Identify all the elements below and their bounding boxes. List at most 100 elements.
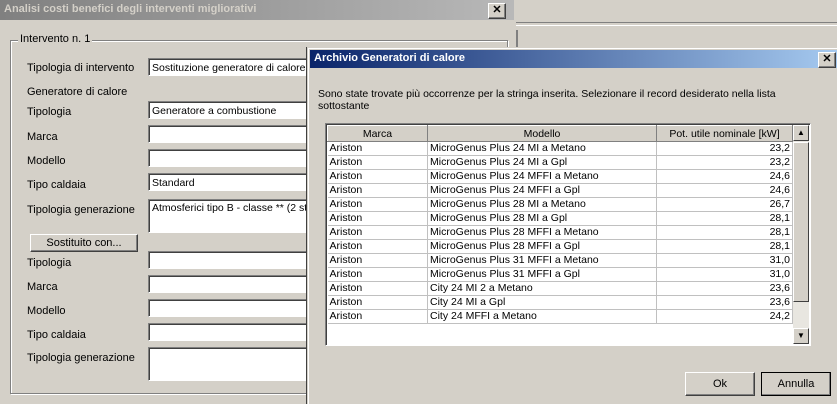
arrow-down-icon: ▼: [797, 331, 805, 340]
tipo-caldaia-field[interactable]: Standard: [148, 173, 318, 191]
cell-potenza: 28,1: [656, 239, 793, 254]
cell-marca: Ariston: [327, 197, 428, 212]
cell-modello: MicroGenus Plus 31 MFFI a Gpl: [427, 267, 657, 282]
cell-potenza: 23,6: [656, 281, 793, 296]
dialog-titlebar: Archivio Generatori di calore: [310, 50, 837, 68]
table-row[interactable]: Ariston MicroGenus Plus 24 MI a Metano 23,…: [327, 141, 793, 156]
ok-button[interactable]: Ok: [685, 372, 755, 396]
table-row[interactable]: Ariston MicroGenus Plus 24 MI a Gpl 23,2: [327, 155, 793, 170]
cell-marca: Ariston: [327, 211, 428, 226]
new-marca-label: Marca: [27, 281, 58, 293]
table-row[interactable]: Ariston City 24 MI 2 a Metano 23,6: [327, 281, 793, 296]
background-window-strip: [516, 0, 837, 30]
table-row[interactable]: Ariston MicroGenus Plus 31 MFFI a Metano 3…: [327, 253, 793, 268]
table-row[interactable]: Ariston City 24 MI a Gpl 23,6: [327, 295, 793, 310]
new-tipologia-field[interactable]: [148, 251, 318, 269]
cell-marca: Ariston: [327, 295, 428, 310]
intervento-group-label: Intervento n. 1: [18, 33, 93, 45]
modello-label: Modello: [27, 155, 66, 167]
cell-potenza: 28,1: [656, 225, 793, 240]
cell-marca: Ariston: [327, 155, 428, 170]
cell-potenza: 24,6: [656, 169, 793, 184]
scroll-up-button[interactable]: ▲: [793, 125, 809, 141]
archivio-dialog: Archivio Generatori di calore ✕ Sono sta…: [307, 47, 837, 404]
cell-modello: MicroGenus Plus 31 MFFI a Metano: [427, 253, 657, 268]
cell-potenza: 24,6: [656, 183, 793, 198]
tipologia-generazione-field[interactable]: Atmosferici tipo B - classe ** (2 ste: [148, 199, 318, 233]
cell-modello: City 24 MI a Gpl: [427, 295, 657, 310]
table-row[interactable]: Ariston MicroGenus Plus 28 MFFI a Gpl 28,1: [327, 239, 793, 254]
table-row[interactable]: Ariston MicroGenus Plus 28 MI a Gpl 28,1: [327, 211, 793, 226]
annulla-button[interactable]: Annulla: [761, 372, 831, 396]
cell-marca: Ariston: [327, 309, 428, 324]
divider: [516, 22, 837, 26]
scroll-thumb[interactable]: [793, 142, 809, 302]
column-header-modello[interactable]: Modello: [427, 125, 657, 142]
cell-marca: Ariston: [327, 169, 428, 184]
table-row[interactable]: Ariston MicroGenus Plus 24 MFFI a Metano 2…: [327, 169, 793, 184]
cell-potenza: 23,2: [656, 155, 793, 170]
close-icon: ✕: [492, 4, 502, 16]
cell-modello: City 24 MFFI a Metano: [427, 309, 657, 324]
tipo-caldaia-label: Tipo caldaia: [27, 179, 86, 191]
tipologia-intervento-label: Tipologia di intervento: [27, 62, 135, 74]
table-row[interactable]: Ariston MicroGenus Plus 24 MFFI a Gpl 24,6: [327, 183, 793, 198]
generatore-section-label: Generatore di calore: [27, 86, 128, 98]
cell-marca: Ariston: [327, 239, 428, 254]
marca-label: Marca: [27, 131, 58, 143]
cell-modello: MicroGenus Plus 24 MFFI a Gpl: [427, 183, 657, 198]
new-modello-field[interactable]: [148, 299, 318, 317]
main-titlebar: Analisi costi benefici degli interventi …: [0, 0, 514, 20]
list-scrollbar[interactable]: ▲ ▼: [793, 125, 809, 344]
generatori-table: Marca Modello Pot. utile nominale [kW] A…: [327, 125, 793, 324]
cell-potenza: 31,0: [656, 267, 793, 282]
arrow-up-icon: ▲: [797, 128, 805, 137]
cell-potenza: 23,6: [656, 295, 793, 310]
new-tipologia-generazione-field[interactable]: [148, 347, 318, 381]
tipologia-intervento-field[interactable]: Sostituzione generatore di calore: [148, 58, 318, 76]
cell-modello: MicroGenus Plus 24 MI a Metano: [427, 141, 657, 156]
new-tipo-caldaia-label: Tipo caldaia: [27, 329, 86, 341]
cell-marca: Ariston: [327, 281, 428, 296]
tipologia-generazione-label: Tipologia generazione: [27, 204, 135, 216]
column-header-marca[interactable]: Marca: [327, 125, 428, 142]
new-tipologia-label: Tipologia: [27, 257, 72, 269]
table-row[interactable]: Ariston MicroGenus Plus 28 MI a Metano 26,…: [327, 197, 793, 212]
cell-marca: Ariston: [327, 183, 428, 198]
dialog-message: Sono state trovate più occorrenze per la…: [318, 88, 776, 112]
cell-marca: Ariston: [327, 225, 428, 240]
modello-field[interactable]: [148, 149, 318, 167]
cell-potenza: 31,0: [656, 253, 793, 268]
cell-marca: Ariston: [327, 267, 428, 282]
new-modello-label: Modello: [27, 305, 66, 317]
generatori-list[interactable]: Marca Modello Pot. utile nominale [kW] A…: [325, 123, 811, 346]
dialog-title: Archivio Generatori di calore: [314, 52, 465, 64]
marca-field[interactable]: [148, 125, 318, 143]
new-marca-field[interactable]: [148, 275, 318, 293]
cell-modello: MicroGenus Plus 28 MFFI a Gpl: [427, 239, 657, 254]
tipologia-field[interactable]: Generatore a combustione: [148, 101, 318, 119]
cell-modello: MicroGenus Plus 28 MI a Gpl: [427, 211, 657, 226]
dialog-close-button[interactable]: ✕: [818, 52, 836, 68]
close-icon: ✕: [822, 53, 832, 65]
main-close-button[interactable]: ✕: [488, 3, 506, 19]
scroll-down-button[interactable]: ▼: [793, 328, 809, 344]
cell-modello: MicroGenus Plus 24 MFFI a Metano: [427, 169, 657, 184]
main-window-title: Analisi costi benefici degli interventi …: [4, 3, 257, 15]
cell-modello: City 24 MI 2 a Metano: [427, 281, 657, 296]
cell-marca: Ariston: [327, 141, 428, 156]
cell-modello: MicroGenus Plus 24 MI a Gpl: [427, 155, 657, 170]
new-tipo-caldaia-field[interactable]: [148, 323, 318, 341]
cell-potenza: 24,2: [656, 309, 793, 324]
tipologia-label: Tipologia: [27, 106, 72, 118]
cell-potenza: 26,7: [656, 197, 793, 212]
table-row[interactable]: Ariston MicroGenus Plus 31 MFFI a Gpl 31,0: [327, 267, 793, 282]
table-row[interactable]: Ariston City 24 MFFI a Metano 24,2: [327, 309, 793, 324]
cell-potenza: 23,2: [656, 141, 793, 156]
sostituito-con-button[interactable]: Sostituito con...: [30, 234, 138, 252]
cell-modello: MicroGenus Plus 28 MI a Metano: [427, 197, 657, 212]
cell-potenza: 28,1: [656, 211, 793, 226]
cell-marca: Ariston: [327, 253, 428, 268]
column-header-potenza[interactable]: Pot. utile nominale [kW]: [656, 125, 793, 142]
table-row[interactable]: Ariston MicroGenus Plus 28 MFFI a Metano 2…: [327, 225, 793, 240]
